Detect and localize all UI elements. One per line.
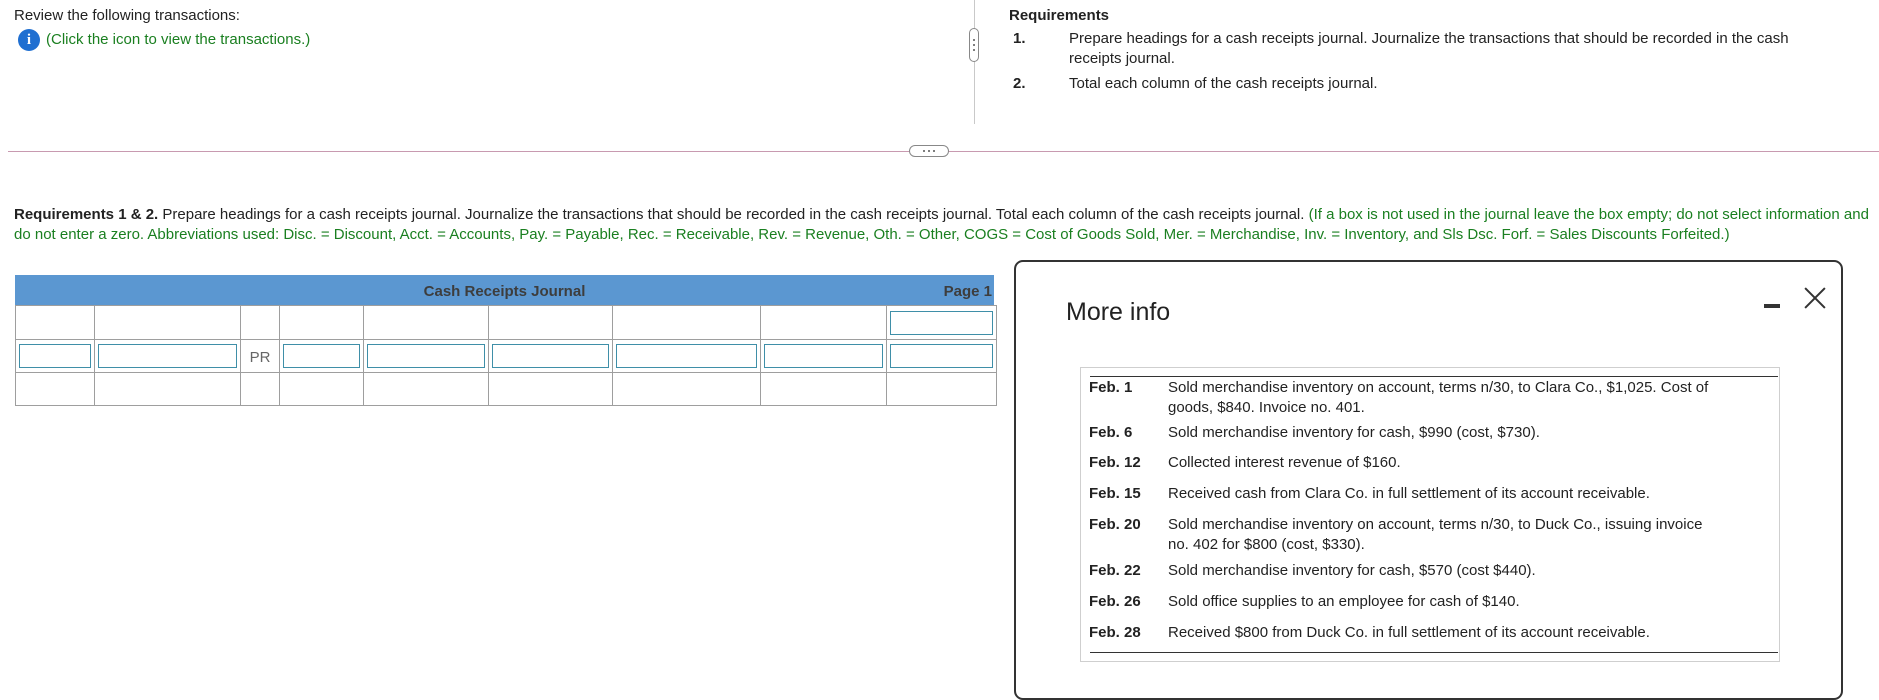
journal-cell <box>886 339 997 373</box>
journal-cell <box>94 339 241 373</box>
column-heading-input[interactable] <box>616 344 757 368</box>
column-heading-input[interactable] <box>367 344 485 368</box>
transaction-line: Sold merchandise inventory on account, t… <box>1168 379 1709 396</box>
journal-cell <box>94 372 241 406</box>
date-heading-input[interactable] <box>19 344 91 368</box>
requirement-number: 2. <box>1013 75 1026 92</box>
transaction-description: Sold merchandise inventory on account, t… <box>1168 515 1769 555</box>
journal-page-number: Page 1 <box>943 283 992 300</box>
journal-cell <box>279 339 364 373</box>
journal-cell <box>279 305 364 340</box>
requirements-heading: Requirements <box>1009 7 1110 24</box>
requirement-1-text: Prepare headings for a cash receipts jou… <box>1069 29 1869 69</box>
journal-cell <box>240 372 280 406</box>
requirement-number: 1. <box>1013 30 1026 47</box>
account-heading-input[interactable] <box>98 344 237 368</box>
requirement-line: Prepare headings for a cash receipts jou… <box>1069 30 1789 47</box>
transactions-list: Feb. 1 Sold merchandise inventory on acc… <box>1080 367 1780 662</box>
instructions-body: Prepare headings for a cash receipts jou… <box>158 206 1305 223</box>
transaction-date: Feb. 28 <box>1089 624 1141 641</box>
journal-cell <box>886 305 997 340</box>
transaction-date: Feb. 22 <box>1089 562 1141 579</box>
more-info-dialog: More info Feb. 1 Sold merchandise invent… <box>1014 260 1843 700</box>
bottom-rule <box>1090 652 1778 653</box>
journal-cell <box>15 339 95 373</box>
requirement-1: 1. <box>1013 29 1026 49</box>
journal-cell <box>279 372 364 406</box>
journal-title: Cash Receipts Journal <box>423 283 586 300</box>
transaction-description: Sold merchandise inventory for cash, $99… <box>1168 424 1540 441</box>
transaction-description: Sold merchandise inventory for cash, $57… <box>1168 562 1536 579</box>
journal-row <box>15 372 997 406</box>
pr-label: PR <box>249 349 271 366</box>
transaction-date: Feb. 6 <box>1089 424 1133 441</box>
journal-cell <box>488 372 613 406</box>
vertical-divider <box>974 0 975 124</box>
journal-cell <box>94 305 241 340</box>
transaction-date: Feb. 15 <box>1089 485 1141 502</box>
column-heading-input[interactable] <box>764 344 883 368</box>
journal-cell <box>612 305 761 340</box>
transaction-description: Received cash from Clara Co. in full set… <box>1168 485 1650 502</box>
requirement-2: 2. <box>1013 74 1026 94</box>
minimize-icon[interactable] <box>1764 298 1780 312</box>
journal-cell <box>363 305 489 340</box>
transaction-date: Feb. 26 <box>1089 593 1141 610</box>
journal-cell <box>760 372 887 406</box>
column-heading-input[interactable] <box>492 344 609 368</box>
view-transactions-link[interactable]: (Click the icon to view the transactions… <box>46 31 310 48</box>
journal-cell <box>488 339 613 373</box>
horizontal-splitter-handle[interactable] <box>909 145 949 157</box>
vertical-splitter-handle[interactable] <box>969 28 979 62</box>
journal-header-row-2: PR <box>15 339 997 373</box>
transaction-description: Received $800 from Duck Co. in full sett… <box>1168 624 1650 641</box>
journal-cell <box>363 372 489 406</box>
info-icon[interactable]: i <box>18 29 40 51</box>
transaction-description: Sold merchandise inventory on account, t… <box>1168 378 1769 418</box>
requirement-2-text: Total each column of the cash receipts j… <box>1069 75 1378 92</box>
transaction-description: Collected interest revenue of $160. <box>1168 454 1401 471</box>
requirement-line: receipts journal. <box>1069 50 1175 67</box>
journal-cell <box>612 339 761 373</box>
instructions-bold: Requirements 1 & 2. <box>14 206 159 223</box>
journal-cell <box>612 372 761 406</box>
transaction-line: goods, $840. Invoice no. 401. <box>1168 399 1365 416</box>
journal-cell <box>760 305 887 340</box>
column-heading-input[interactable] <box>890 344 993 368</box>
top-rule <box>1090 376 1778 377</box>
dialog-title: More info <box>1066 298 1171 326</box>
instructions: Requirements 1 & 2. Prepare headings for… <box>14 205 1869 245</box>
journal-cell <box>760 339 887 373</box>
journal-cell <box>240 305 280 340</box>
transaction-date: Feb. 1 <box>1089 379 1133 396</box>
journal-header-row-1 <box>15 305 997 340</box>
transaction-line: Sold merchandise inventory on account, t… <box>1168 516 1703 533</box>
journal-cell <box>15 305 95 340</box>
journal-header: Cash Receipts Journal Page 1 <box>15 275 994 305</box>
transaction-line: no. 402 for $800 (cost, $330). <box>1168 536 1365 553</box>
transaction-description: Sold office supplies to an employee for … <box>1168 593 1520 610</box>
journal-cell <box>363 339 489 373</box>
column-heading-input-top[interactable] <box>890 310 993 335</box>
review-text: Review the following transactions: <box>14 7 240 24</box>
journal-cell: PR <box>240 339 280 373</box>
transaction-date: Feb. 20 <box>1089 516 1141 533</box>
journal-cell <box>488 305 613 340</box>
close-icon[interactable] <box>1801 284 1829 312</box>
cash-receipts-journal-table: PR <box>15 305 997 406</box>
journal-cell <box>15 372 95 406</box>
transaction-date: Feb. 12 <box>1089 454 1141 471</box>
journal-cell <box>886 372 997 406</box>
column-heading-input[interactable] <box>283 344 360 368</box>
